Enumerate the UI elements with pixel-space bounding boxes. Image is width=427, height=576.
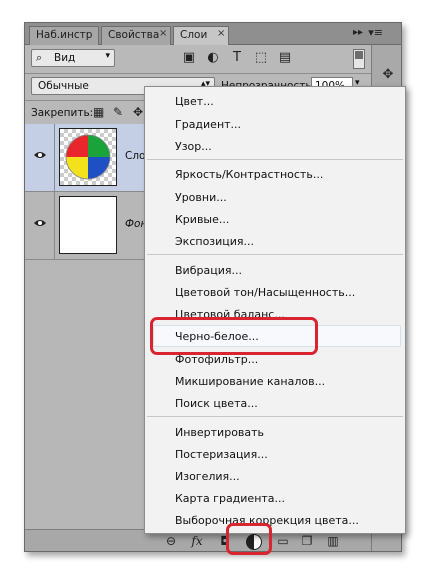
tab-label: Слои — [180, 29, 208, 41]
lock-pixels-brush-icon[interactable]: ✎ — [113, 105, 123, 119]
type-filter-icon[interactable]: T — [229, 50, 245, 66]
lock-label: Закрепить: — [31, 107, 94, 119]
visibility-column — [25, 192, 55, 260]
shape-filter-icon[interactable]: ⬚ — [253, 50, 269, 66]
move-tool-icon[interactable]: ✥ — [380, 67, 396, 83]
pixel-filter-icon[interactable]: ▣ — [181, 50, 197, 66]
new-layer-icon[interactable]: ❐ — [299, 534, 315, 548]
filter-row: ⌕ Вид ▾ ▣ ◐ T ⬚ ▤ — [31, 49, 367, 71]
menu-item-posterize[interactable]: Постеризация... — [175, 448, 268, 461]
menu-divider — [147, 254, 403, 255]
menu-item-threshold[interactable]: Изогелия... — [175, 470, 240, 483]
menu-item-hue-saturation[interactable]: Цветовой тон/Насыщенность... — [175, 286, 355, 299]
trash-icon[interactable]: ▥ — [325, 534, 341, 548]
filter-kind-select[interactable]: ⌕ Вид ▾ — [31, 49, 115, 67]
menu-divider — [147, 416, 403, 417]
menu-item-vibrance[interactable]: Вибрация... — [175, 264, 242, 277]
adjustment-filter-icon[interactable]: ◐ — [205, 50, 221, 66]
tab-tool-presets[interactable]: Наб.инстр — [29, 26, 99, 45]
menu-item-exposure[interactable]: Экспозиция... — [175, 235, 254, 248]
menu-item-color-lookup[interactable]: Поиск цвета... — [175, 397, 258, 410]
filter-toggle[interactable] — [353, 49, 365, 69]
panel-tab-bar: Наб.инстр Свойства Слои × × ▸▸ ▾≡ — [25, 23, 401, 45]
collapse-panel-icon[interactable]: ▸▸ — [353, 27, 363, 38]
callout-black-white — [150, 317, 318, 355]
toggle-knob — [355, 51, 363, 59]
layer-thumbnail — [59, 128, 117, 186]
menu-item-brightness-contrast[interactable]: Яркость/Контрастность... — [175, 168, 323, 181]
search-icon: ⌕ — [36, 51, 43, 64]
lock-transparent-icon[interactable]: ▦ — [93, 105, 104, 119]
tab-label: Свойства — [108, 29, 160, 41]
menu-item-curves[interactable]: Кривые... — [175, 213, 229, 226]
menu-item-gradient-map[interactable]: Карта градиента... — [175, 492, 285, 505]
menu-item-levels[interactable]: Уровни... — [175, 191, 227, 204]
fx-icon[interactable]: fx — [189, 534, 205, 548]
panel-menu-icon[interactable]: ▾≡ — [368, 26, 383, 39]
color-wheel-image — [65, 134, 111, 180]
adjustment-menu: Цвет... Градиент... Узор... Яркость/Конт… — [144, 86, 406, 534]
chevron-down-icon: ▾ — [105, 51, 110, 61]
eye-icon[interactable] — [33, 218, 47, 228]
visibility-column — [25, 124, 55, 192]
link-icon[interactable]: ⊖ — [163, 534, 179, 548]
group-icon[interactable]: ▭ — [275, 534, 291, 548]
menu-item-channel-mixer[interactable]: Микширование каналов... — [175, 375, 325, 388]
divider — [25, 73, 371, 74]
tab-label: Наб.инстр — [36, 29, 93, 41]
callout-adjustment-button — [226, 523, 272, 555]
menu-item-gradient[interactable]: Градиент... — [175, 118, 241, 131]
close-icon[interactable]: × — [159, 28, 167, 39]
menu-item-pattern[interactable]: Узор... — [175, 140, 212, 153]
blend-mode-value: Обычные — [38, 80, 89, 92]
menu-divider — [147, 159, 403, 160]
menu-item-solid-color[interactable]: Цвет... — [175, 95, 214, 108]
layer-name[interactable]: Сло — [125, 150, 145, 162]
layer-thumbnail — [59, 196, 117, 254]
menu-item-invert[interactable]: Инвертировать — [175, 426, 264, 439]
smart-object-filter-icon[interactable]: ▤ — [277, 50, 293, 66]
close-icon[interactable]: × — [217, 28, 225, 39]
filter-kind-label: Вид — [54, 52, 76, 64]
lock-position-icon[interactable]: ✥ — [133, 105, 143, 119]
eye-icon[interactable] — [33, 150, 47, 160]
